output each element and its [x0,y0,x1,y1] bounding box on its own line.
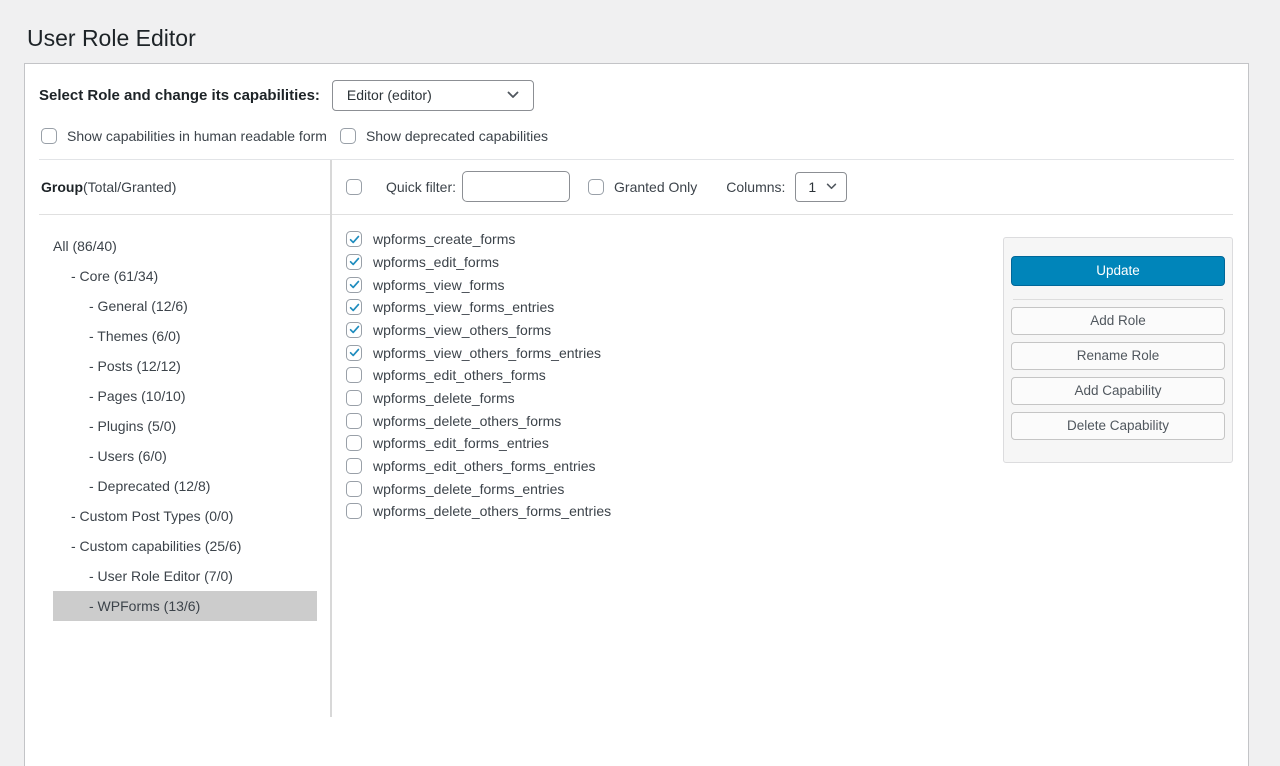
capability-row: wpforms_create_forms [346,228,611,251]
page-title: User Role Editor [27,24,1280,54]
capability-row: wpforms_delete_forms_entries [346,477,611,500]
capability-label: wpforms_edit_others_forms [373,367,546,383]
add-capability-button[interactable]: Add Capability [1011,377,1225,405]
show-deprecated-label: Show deprecated capabilities [366,128,548,144]
columns-select[interactable]: 1 [795,172,847,202]
capability-label: wpforms_edit_others_forms_entries [373,458,596,474]
group-item[interactable]: - Users (6/0) [53,441,317,471]
capability-row: wpforms_delete_others_forms [346,409,611,432]
capability-checkbox[interactable] [346,231,362,247]
capability-label: wpforms_delete_forms [373,390,515,406]
granted-only-checkbox[interactable] [588,179,604,195]
capability-checkbox[interactable] [346,458,362,474]
show-deprecated-checkbox[interactable] [340,128,356,144]
actions-panel: Update Add Role Rename Role Add Capabili… [1003,237,1233,463]
group-item[interactable]: - Deprecated (12/8) [53,471,317,501]
chevron-down-icon [507,91,519,99]
group-item[interactable]: - Custom Post Types (0/0) [53,501,317,531]
capability-checkbox[interactable] [346,345,362,361]
group-item[interactable]: - Custom capabilities (25/6) [53,531,317,561]
rename-role-button[interactable]: Rename Role [1011,342,1225,370]
update-button[interactable]: Update [1011,256,1225,286]
groups-header: Group (Total/Granted) [39,160,330,215]
capability-label: wpforms_edit_forms [373,254,499,270]
capability-row: wpforms_view_forms_entries [346,296,611,319]
capability-row: wpforms_view_others_forms_entries [346,341,611,364]
capability-row: wpforms_view_forms [346,273,611,296]
columns-label: Columns: [726,179,785,195]
actions-divider [1013,299,1223,300]
group-item[interactable]: - User Role Editor (7/0) [53,561,317,591]
group-item[interactable]: - Plugins (5/0) [53,411,317,441]
capability-checkbox[interactable] [346,435,362,451]
capability-row: wpforms_edit_others_forms_entries [346,455,611,478]
capability-label: wpforms_view_forms_entries [373,299,554,315]
capability-row: wpforms_delete_others_forms_entries [346,500,611,523]
group-item[interactable]: - General (12/6) [53,291,317,321]
columns-select-value: 1 [808,179,816,195]
add-role-button[interactable]: Add Role [1011,307,1225,335]
select-all-checkbox[interactable] [346,179,362,195]
capability-row: wpforms_edit_others_forms [346,364,611,387]
main-panel: Select Role and change its capabilities:… [24,63,1249,766]
capability-row: wpforms_edit_forms [346,251,611,274]
quick-filter-input[interactable] [462,171,570,202]
capability-label: wpforms_view_forms [373,277,504,293]
human-readable-checkbox[interactable] [41,128,57,144]
capability-label: wpforms_delete_others_forms_entries [373,503,611,519]
group-item[interactable]: - WPForms (13/6) [53,591,317,621]
groups-sidebar: Group (Total/Granted) All (86/40)- Core … [25,160,332,717]
filter-bar: Quick filter: Granted Only Columns: 1 [332,160,1233,215]
capability-row: wpforms_view_others_forms [346,319,611,342]
capabilities-list: wpforms_create_forms wpforms_edit_formswp… [332,215,611,523]
capability-checkbox[interactable] [346,277,362,293]
display-toggles: Show capabilities in human readable form… [25,111,1248,159]
capability-label: wpforms_delete_forms_entries [373,481,564,497]
capability-checkbox[interactable] [346,322,362,338]
capability-checkbox[interactable] [346,390,362,406]
role-select[interactable]: Editor (editor) [332,80,534,111]
capability-label: wpforms_view_others_forms_entries [373,345,601,361]
capability-label: wpforms_create_forms [373,231,515,247]
quick-filter-label: Quick filter: [386,179,456,195]
group-tree: All (86/40)- Core (61/34)- General (12/6… [25,215,330,621]
role-select-value: Editor (editor) [347,87,432,103]
delete-capability-button[interactable]: Delete Capability [1011,412,1225,440]
group-item[interactable]: All (86/40) [53,231,317,261]
capability-row: wpforms_edit_forms_entries [346,432,611,455]
capability-label: wpforms_view_others_forms [373,322,551,338]
chevron-down-icon [826,183,837,190]
granted-only-label: Granted Only [614,179,697,195]
group-item[interactable]: - Core (61/34) [53,261,317,291]
capability-checkbox[interactable] [346,413,362,429]
group-item[interactable]: - Themes (6/0) [53,321,317,351]
capability-checkbox[interactable] [346,367,362,383]
capability-checkbox[interactable] [346,481,362,497]
capability-row: wpforms_delete_forms [346,387,611,410]
group-item[interactable]: - Posts (12/12) [53,351,317,381]
capability-checkbox[interactable] [346,299,362,315]
capability-label: wpforms_delete_others_forms [373,413,561,429]
human-readable-label: Show capabilities in human readable form [67,128,327,144]
group-item[interactable]: - Pages (10/10) [53,381,317,411]
role-selector-row: Select Role and change its capabilities:… [25,64,1248,111]
role-selector-label: Select Role and change its capabilities: [39,87,320,104]
capability-label: wpforms_edit_forms_entries [373,435,549,451]
capability-checkbox[interactable] [346,254,362,270]
capability-checkbox[interactable] [346,503,362,519]
